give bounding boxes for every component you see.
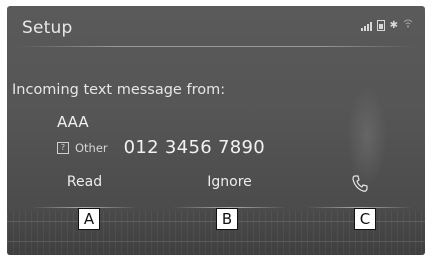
header-divider [17, 46, 415, 47]
callout-b: B [216, 208, 238, 230]
bluetooth-icon: ✱ [389, 20, 398, 31]
signal-icon [360, 21, 372, 31]
callout-c: C [354, 208, 376, 230]
background-glow [347, 86, 387, 186]
panel-line [7, 241, 425, 242]
ignore-button[interactable]: Ignore [172, 174, 287, 208]
number-type-icon: ? [57, 141, 69, 154]
read-button-label: Read [66, 174, 103, 190]
callout-a: A [78, 208, 100, 230]
ignore-button-label: Ignore [207, 174, 252, 190]
battery-icon [376, 20, 385, 31]
figure-frame: Setup ✱ Incoming text message from: AAA … [0, 0, 432, 261]
incoming-message-label: Incoming text message from: [12, 82, 226, 98]
read-button[interactable]: Read [32, 174, 137, 208]
phone-number: 012 3456 7890 [123, 137, 265, 158]
wifi-icon [403, 18, 413, 31]
status-bar: ✱ [360, 18, 413, 31]
number-type-label: Other [75, 140, 108, 155]
phone-icon [351, 175, 368, 192]
sender-name: AAA [57, 113, 89, 131]
call-button[interactable] [307, 174, 412, 208]
phone-number-row: ? Other 012 3456 7890 [57, 137, 265, 158]
screen-title: Setup [22, 18, 73, 38]
